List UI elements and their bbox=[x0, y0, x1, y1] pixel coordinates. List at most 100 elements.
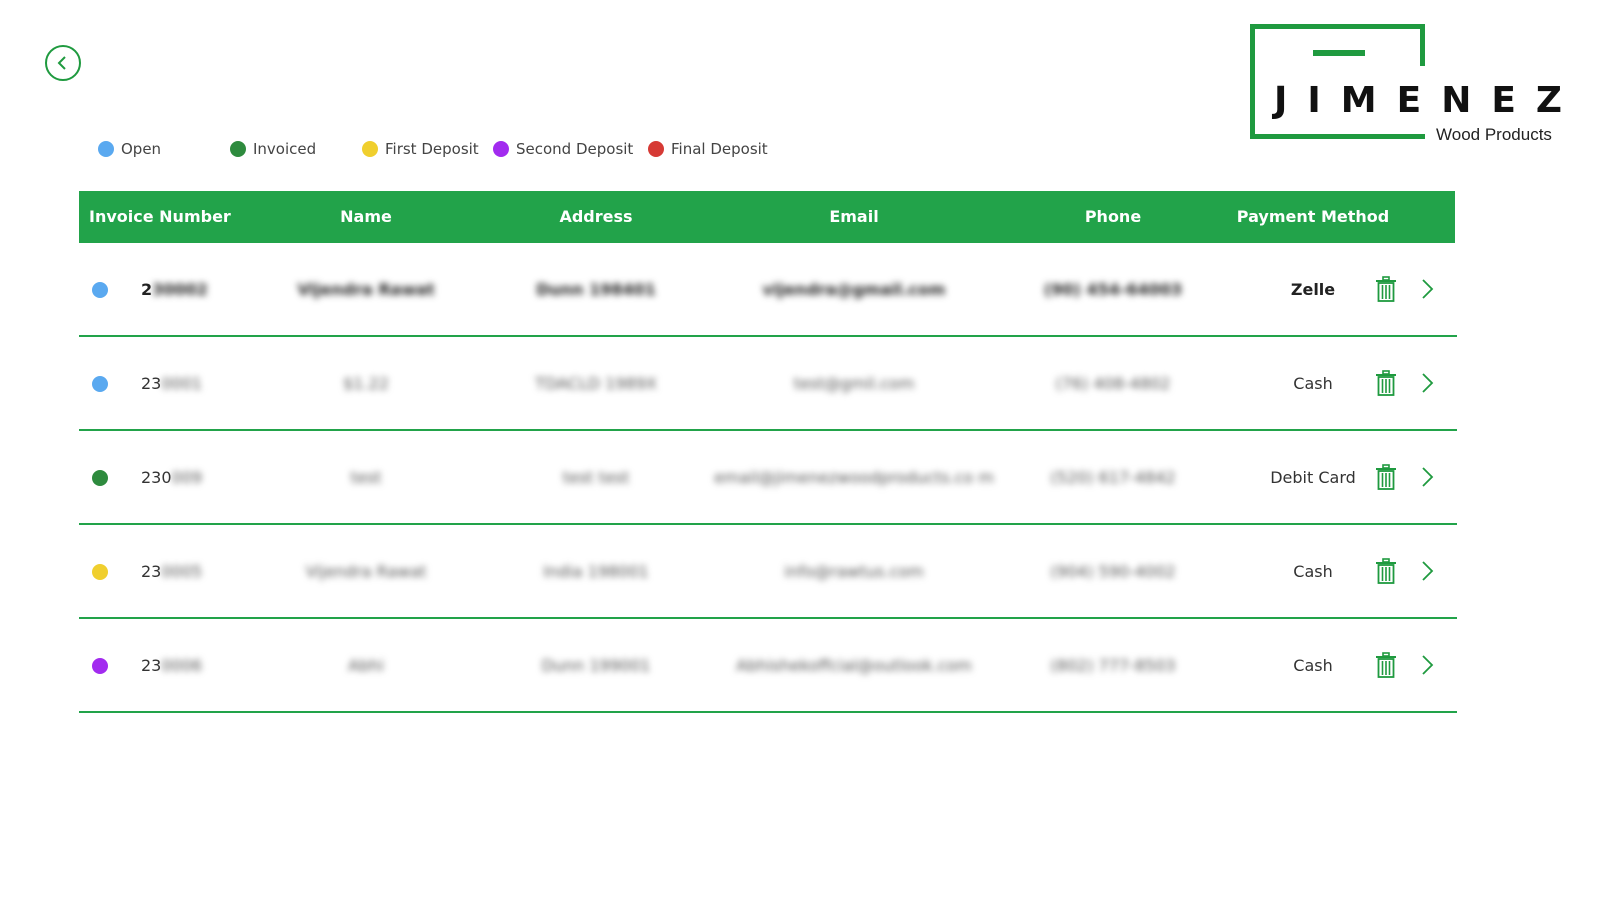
open-invoice-button[interactable] bbox=[1421, 431, 1435, 523]
email-cell: test@gmil.com bbox=[794, 337, 915, 429]
payment-method-cell: Zelle bbox=[1290, 279, 1336, 299]
invoice-number-prefix: 23 bbox=[141, 373, 162, 393]
table-row[interactable]: 23 0005 Vijendra Rawat India 198001 info@… bbox=[79, 525, 1457, 619]
table-row[interactable]: 230 009 test test test email@jimenezwoodp… bbox=[79, 431, 1457, 525]
delete-button[interactable] bbox=[1375, 337, 1397, 429]
trash-icon bbox=[1376, 370, 1396, 396]
invoice-number-cell: 2 30002 bbox=[141, 243, 208, 335]
table-body: 2 30002 Vijendra Rawat Dunn 198401 vijend… bbox=[79, 243, 1457, 713]
delete-button[interactable] bbox=[1375, 619, 1397, 711]
email-value: Abhishekoffcial@outlook.com bbox=[736, 655, 972, 675]
table-row[interactable]: 23 0001 $1.22 TDACLD 1989X test@gmil.com … bbox=[79, 337, 1457, 431]
invoice-number-hidden: 30002 bbox=[152, 279, 208, 299]
email-cell: email@jimenezwoodproducts.co m bbox=[714, 431, 994, 523]
invoice-number-cell: 23 0005 bbox=[141, 525, 202, 617]
invoice-number-cell: 230 009 bbox=[141, 431, 202, 523]
phone-cell: (90) 454-64003 bbox=[1043, 279, 1183, 299]
payment-method-cell: Cash bbox=[1293, 655, 1333, 675]
address-cell: TDACLD 1989X bbox=[535, 373, 657, 393]
header-invoice-number[interactable]: Invoice Number bbox=[89, 191, 231, 243]
legend-label: Invoiced bbox=[253, 140, 317, 158]
trash-icon bbox=[1376, 558, 1396, 584]
trash-icon bbox=[1376, 276, 1396, 302]
invoice-number-hidden: 0001 bbox=[161, 373, 203, 393]
email-value: info@rawtus.com bbox=[784, 561, 924, 581]
legend-dot-invoiced bbox=[230, 141, 246, 157]
legend-item-first-deposit: First Deposit bbox=[362, 140, 479, 158]
legend-item-open: Open bbox=[98, 140, 161, 158]
delete-button[interactable] bbox=[1375, 431, 1397, 523]
legend-dot-second-deposit bbox=[493, 141, 509, 157]
legend-dot-open bbox=[98, 141, 114, 157]
logo-name: JIMENEZ bbox=[1274, 80, 1583, 121]
invoice-number-hidden: 0005 bbox=[161, 561, 203, 581]
header-phone[interactable]: Phone bbox=[1085, 191, 1141, 243]
trash-icon bbox=[1376, 652, 1396, 678]
name-cell: Vijendra Rawat bbox=[305, 561, 427, 581]
email-value: email@jimenezwoodproducts.co m bbox=[714, 467, 994, 487]
chevron-right-icon bbox=[1422, 467, 1434, 487]
table-row[interactable]: 2 30002 Vijendra Rawat Dunn 198401 vijend… bbox=[79, 243, 1457, 337]
invoice-number-prefix: 2 bbox=[141, 279, 153, 299]
invoice-number-hidden: 0006 bbox=[161, 655, 203, 675]
logo-frame-corner bbox=[1420, 24, 1425, 66]
chevron-right-icon bbox=[1422, 561, 1434, 581]
phone-cell: (520) 617-4842 bbox=[1050, 467, 1176, 487]
back-button[interactable] bbox=[45, 45, 81, 81]
legend-dot-first-deposit bbox=[362, 141, 378, 157]
header-address[interactable]: Address bbox=[559, 191, 632, 243]
invoice-number-hidden: 009 bbox=[171, 467, 203, 487]
table-header: Invoice Number Name Address Email Phone … bbox=[79, 191, 1455, 243]
open-invoice-button[interactable] bbox=[1421, 525, 1435, 617]
email-cell: Abhishekoffcial@outlook.com bbox=[736, 619, 972, 711]
legend-label: First Deposit bbox=[385, 140, 479, 158]
invoice-number-prefix: 23 bbox=[141, 655, 162, 675]
legend-label: Open bbox=[121, 140, 162, 158]
payment-method-cell: Debit Card bbox=[1270, 467, 1356, 487]
address-cell: Dunn 198401 bbox=[536, 279, 656, 299]
payment-method-cell: Cash bbox=[1293, 561, 1333, 581]
phone-cell: (76) 408-4802 bbox=[1055, 373, 1171, 393]
invoice-number-prefix: 230 bbox=[141, 467, 172, 487]
status-dot bbox=[92, 658, 108, 674]
legend-dot-final-deposit bbox=[648, 141, 664, 157]
logo-dash bbox=[1313, 50, 1365, 56]
email-cell: info@rawtus.com bbox=[784, 525, 923, 617]
logo-subtitle: Wood Products bbox=[1436, 125, 1552, 144]
open-invoice-button[interactable] bbox=[1421, 243, 1435, 335]
name-cell: test bbox=[350, 467, 382, 487]
email-value: vijendra@gmail.com bbox=[762, 279, 946, 299]
legend-label: Second Deposit bbox=[516, 140, 634, 158]
legend-item-final-deposit: Final Deposit bbox=[648, 140, 768, 158]
invoice-table: Invoice Number Name Address Email Phone … bbox=[79, 191, 1457, 713]
header-name[interactable]: Name bbox=[340, 191, 392, 243]
name-cell: $1.22 bbox=[343, 373, 389, 393]
delete-button[interactable] bbox=[1375, 243, 1397, 335]
company-logo: JIMENEZ Wood Products bbox=[1250, 22, 1590, 152]
legend-item-invoiced: Invoiced bbox=[230, 140, 316, 158]
header-payment-method[interactable]: Payment Method bbox=[1237, 191, 1389, 243]
open-invoice-button[interactable] bbox=[1421, 619, 1435, 711]
invoice-number-prefix: 23 bbox=[141, 561, 162, 581]
address-cell: test test bbox=[562, 467, 630, 487]
delete-button[interactable] bbox=[1375, 525, 1397, 617]
name-cell: Vijendra Rawat bbox=[297, 279, 435, 299]
phone-cell: (802) 777-8503 bbox=[1050, 655, 1176, 675]
address-cell: India 198001 bbox=[543, 561, 649, 581]
legend-label: Final Deposit bbox=[671, 140, 768, 158]
invoice-number-cell: 23 0006 bbox=[141, 619, 202, 711]
phone-cell: (904) 590-4002 bbox=[1050, 561, 1176, 581]
chevron-right-icon bbox=[1422, 373, 1434, 393]
name-cell: Abhi bbox=[348, 655, 384, 675]
email-value: test@gmil.com bbox=[793, 373, 915, 393]
chevron-left-icon bbox=[57, 56, 66, 70]
header-email[interactable]: Email bbox=[829, 191, 878, 243]
chevron-right-icon bbox=[1422, 655, 1434, 675]
status-dot bbox=[92, 470, 108, 486]
status-dot bbox=[92, 282, 108, 298]
trash-icon bbox=[1376, 464, 1396, 490]
open-invoice-button[interactable] bbox=[1421, 337, 1435, 429]
table-row[interactable]: 23 0006 Abhi Dunn 199001 Abhishekoffcial@… bbox=[79, 619, 1457, 713]
payment-method-cell: Cash bbox=[1293, 373, 1333, 393]
address-cell: Dunn 199001 bbox=[541, 655, 651, 675]
